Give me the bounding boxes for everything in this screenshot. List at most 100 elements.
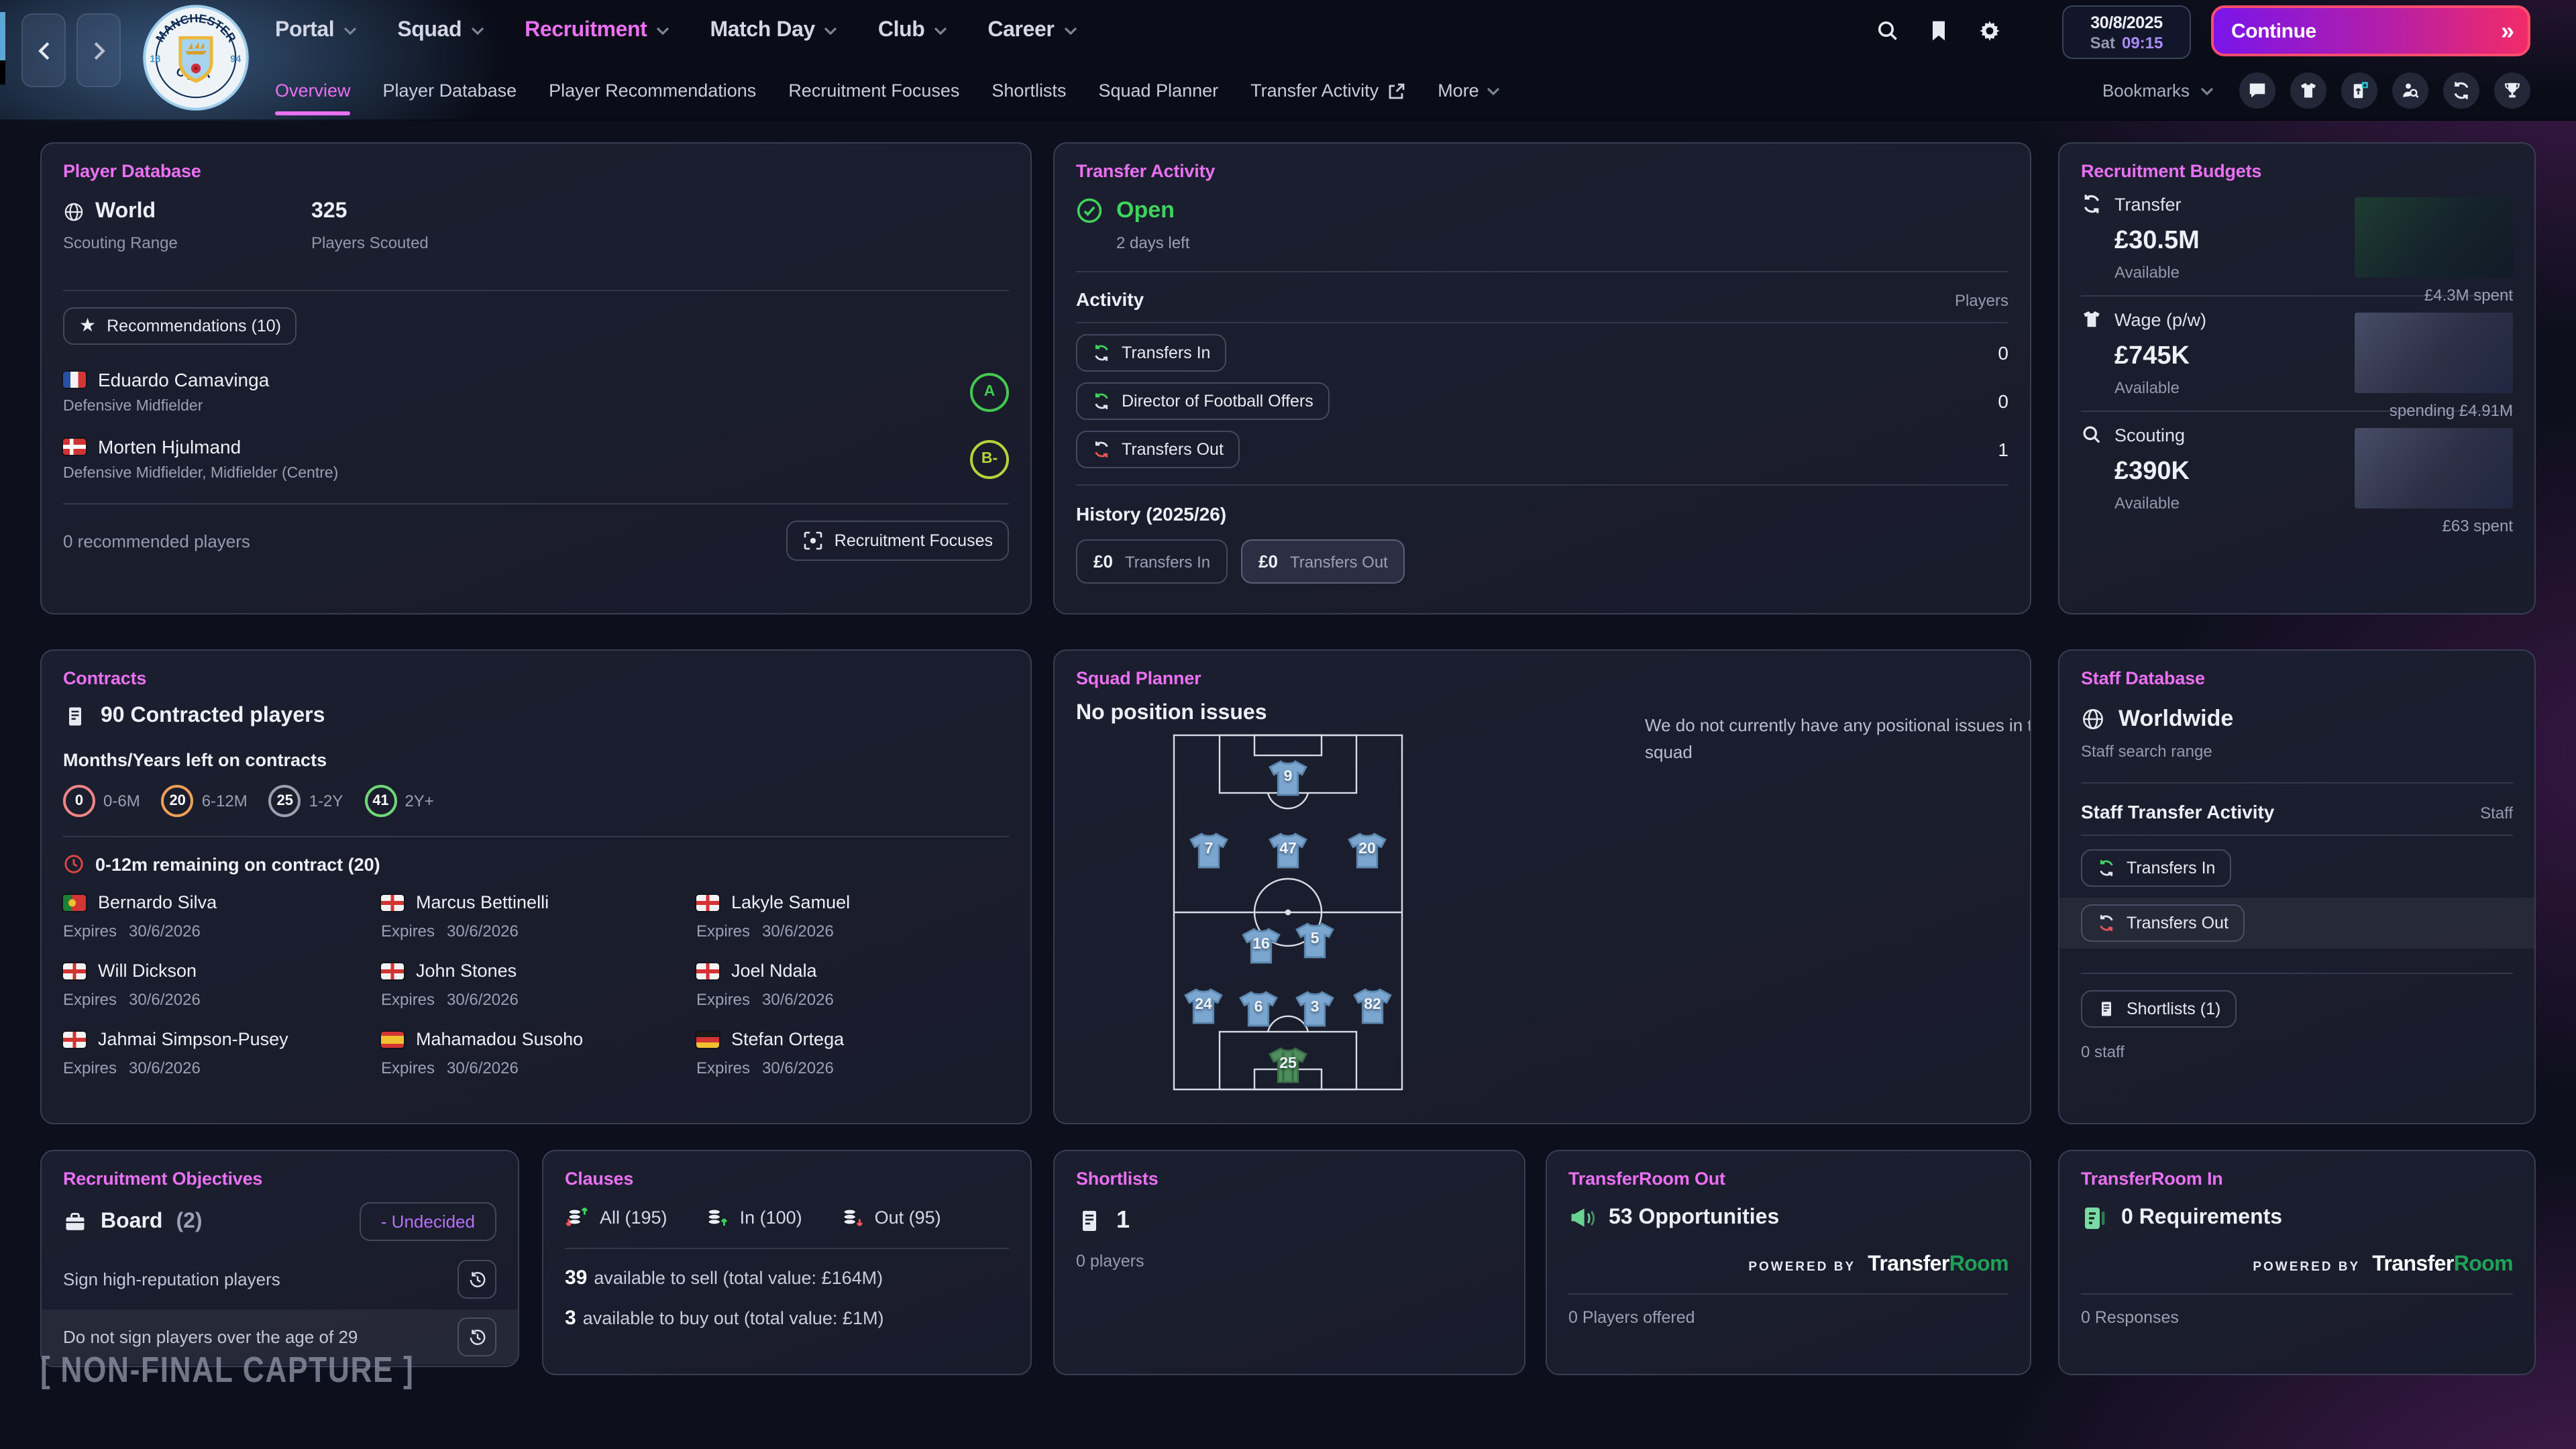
transfers-out-button[interactable]: Transfers Out [1076, 431, 1240, 468]
formation-pitch: 9 7 47 20 16 5 24 6 3 82 25 [1173, 734, 1403, 1091]
recommended-count-note: 0 recommended players [63, 531, 250, 551]
scout-icon [2400, 80, 2420, 101]
formation-shirt[interactable]: 3 [1292, 989, 1338, 1029]
clauses-all-tab[interactable]: All (195) [565, 1205, 667, 1229]
contract-cell[interactable]: Lakyle SamuelExpires30/6/2026 [696, 892, 1009, 941]
tab-recruitment-focuses[interactable]: Recruitment Focuses [788, 80, 959, 101]
nav-match-day[interactable]: Match Day [710, 19, 837, 43]
opportunities-headline: 53 Opportunities [1609, 1206, 1779, 1230]
transfer-budget-chart [2355, 197, 2513, 278]
contract-cell[interactable]: Will DicksonExpires30/6/2026 [63, 961, 381, 1009]
objective-history-button[interactable] [458, 1318, 496, 1356]
wage-budget-section: Wage (p/w) £745K Available spending £4.9… [2081, 297, 2513, 411]
transfer-out-icon [1092, 440, 1111, 459]
squad-shortcut[interactable] [2290, 72, 2326, 109]
formation-shirt[interactable]: 24 [1181, 986, 1226, 1026]
chevron-down-icon [656, 27, 669, 35]
formation-shirt[interactable]: 16 [1238, 926, 1284, 966]
contract-cell[interactable]: Bernardo SilvaExpires30/6/2026 [63, 892, 381, 941]
staff-shortlists-button[interactable]: Shortlists (1) [2081, 990, 2237, 1028]
nav-portal[interactable]: Portal [275, 19, 357, 43]
shirt-icon [2298, 80, 2318, 101]
history-transfers-out-button[interactable]: £0 Transfers Out [1241, 539, 1405, 584]
bookmarks-dropdown[interactable]: Bookmarks [2102, 80, 2214, 101]
objective-history-button[interactable] [458, 1260, 496, 1299]
powered-by-transferroom: POWERED BY TransferRoom [2081, 1253, 2513, 1277]
staff-database-panel: Staff Database Worldwide Staff search ra… [2058, 649, 2536, 1124]
formation-shirt[interactable]: 47 [1265, 830, 1311, 871]
nation-flag [381, 963, 404, 979]
formation-shirt-goalkeeper[interactable]: 25 [1265, 1045, 1311, 1085]
header: MANCHESTER CITY 18 94 Portal Squad Recru… [0, 0, 2576, 121]
nav-career[interactable]: Career [987, 19, 1077, 43]
formation-shirt[interactable]: 6 [1236, 989, 1281, 1029]
tab-transfer-activity[interactable]: Transfer Activity [1250, 80, 1405, 101]
undecided-status-button[interactable]: - Undecided [360, 1202, 496, 1241]
contracts-panel: Contracts 90 Contracted players Months/Y… [40, 649, 1032, 1124]
objective-row[interactable]: Sign high-reputation players [63, 1252, 496, 1307]
contract-cell[interactable]: Mahamadou SusohoExpires30/6/2026 [381, 1029, 696, 1077]
recommendations-button[interactable]: ★ Recommendations (10) [63, 307, 297, 345]
transferroom-out-panel: TransferRoom Out 53 Opportunities POWERE… [1546, 1150, 2031, 1375]
gear-icon[interactable] [1978, 19, 2002, 43]
recommended-player-row[interactable]: Morten Hjulmand Defensive Midfielder, Mi… [63, 425, 1009, 492]
formation-shirt[interactable]: 82 [1350, 986, 1395, 1026]
squad-planner-panel: Squad Planner No position issues We do n… [1053, 649, 2031, 1124]
clauses-out-tab[interactable]: Out (95) [840, 1205, 941, 1229]
contract-length-badges: 00-6M 206-12M 251-2Y 412Y+ [63, 785, 1009, 817]
staff-transfers-out-row[interactable]: Transfers Out [2059, 898, 2534, 949]
contract-cell[interactable]: Stefan OrtegaExpires30/6/2026 [696, 1029, 1009, 1077]
contract-cell[interactable]: Marcus BettinelliExpires30/6/2026 [381, 892, 696, 941]
transfer-budget-section: Transfer £30.5M Available £4.3M spent [2081, 181, 2513, 295]
tab-more[interactable]: More [1438, 80, 1501, 101]
dof-offers-button[interactable]: Director of Football Offers [1076, 382, 1330, 420]
nav-recruitment[interactable]: Recruitment [525, 19, 669, 43]
refresh-shortcut[interactable] [2443, 72, 2479, 109]
game-date: 30/8/2025 [2090, 13, 2163, 32]
contract-cell[interactable]: John StonesExpires30/6/2026 [381, 961, 696, 1009]
clauses-in-tab[interactable]: In (100) [705, 1205, 802, 1229]
contract-cell[interactable]: Jahmai Simpson-PuseyExpires30/6/2026 [63, 1029, 381, 1077]
clock-icon [63, 853, 85, 875]
panel-title: Squad Planner [1076, 668, 2008, 688]
inbox-shortcut[interactable] [2239, 72, 2275, 109]
panel-title: Player Database [63, 161, 1009, 181]
nav-squad[interactable]: Squad [397, 19, 484, 43]
card-star-icon [2349, 80, 2369, 101]
formation-shirt[interactable]: 20 [1344, 830, 1390, 871]
globe-icon [63, 201, 85, 223]
chevron-down-icon [1487, 87, 1501, 95]
history-transfers-in-button[interactable]: £0 Transfers In [1076, 539, 1228, 584]
panel-title: Shortlists [1076, 1169, 1503, 1189]
bookmark-icon[interactable] [1927, 19, 1951, 43]
tab-overview[interactable]: Overview [275, 80, 351, 101]
formation-shirt[interactable]: 7 [1186, 830, 1232, 871]
nation-flag [63, 963, 86, 979]
scouting-shortcut[interactable] [2392, 72, 2428, 109]
transfers-in-button[interactable]: Transfers In [1076, 334, 1226, 372]
game-time: 09:15 [2122, 33, 2163, 52]
recruitment-focuses-button[interactable]: Recruitment Focuses [786, 521, 1009, 561]
transfers-shortcut[interactable] [2341, 72, 2377, 109]
player-role: Defensive Midfielder, Midfielder (Centre… [63, 466, 338, 482]
contract-cell[interactable]: Joel NdalaExpires30/6/2026 [696, 961, 1009, 1009]
continue-button[interactable]: Continue » [2211, 5, 2530, 56]
tab-player-recommendations[interactable]: Player Recommendations [549, 80, 756, 101]
transfers-in-count: 0 [1998, 342, 2008, 364]
nation-flag [696, 1031, 719, 1047]
competitions-shortcut[interactable] [2494, 72, 2530, 109]
tab-squad-planner[interactable]: Squad Planner [1098, 80, 1218, 101]
staff-transfers-in-button[interactable]: Transfers In [2081, 849, 2231, 887]
search-icon[interactable] [1876, 19, 1900, 43]
recommended-player-row[interactable]: Eduardo Camavinga Defensive Midfielder A [63, 358, 1009, 425]
game-date-widget[interactable]: 30/8/2025 Sat09:15 [2062, 5, 2191, 59]
history-icon [468, 1328, 486, 1346]
transfer-out-icon [2097, 914, 2116, 932]
tab-player-database[interactable]: Player Database [383, 80, 517, 101]
staff-transfers-out-button[interactable]: Transfers Out [2081, 904, 2245, 942]
dof-offers-count: 0 [1998, 390, 2008, 412]
tab-shortlists[interactable]: Shortlists [991, 80, 1066, 101]
nav-club[interactable]: Club [878, 19, 948, 43]
formation-shirt[interactable]: 9 [1265, 758, 1311, 798]
formation-shirt[interactable]: 5 [1292, 920, 1338, 961]
